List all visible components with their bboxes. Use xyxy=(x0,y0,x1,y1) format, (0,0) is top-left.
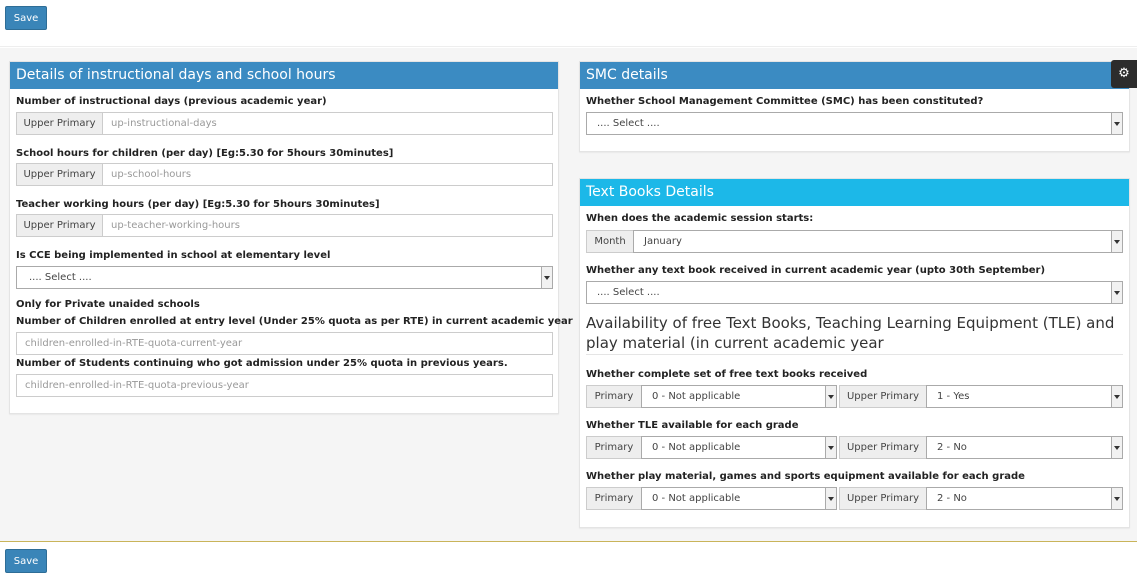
continuing-students-label: Number of Students continuing who got ad… xyxy=(16,358,508,369)
textbooks-set-primary-addon: Primary xyxy=(586,385,642,408)
play-material-upper-value: 2 - No xyxy=(937,493,967,504)
tle-upper-addon: Upper Primary xyxy=(839,436,927,459)
top-toolbar: Save xyxy=(0,0,1137,47)
textbooks-set-label: Whether complete set of free text books … xyxy=(586,369,868,380)
textbooks-panel-title: Text Books Details xyxy=(580,179,1129,206)
textbooks-set-primary-value: 0 - Not applicable xyxy=(652,391,741,402)
tle-primary-value: 0 - Not applicable xyxy=(652,442,741,453)
chevron-down-icon xyxy=(1111,113,1122,134)
textbooks-set-primary-select[interactable]: 0 - Not applicable xyxy=(641,385,837,408)
tle-primary-addon: Primary xyxy=(586,436,642,459)
cce-select[interactable]: .... Select .... xyxy=(16,266,553,289)
textbook-received-select[interactable]: .... Select .... xyxy=(586,281,1123,304)
chevron-down-icon xyxy=(541,267,552,288)
instructional-days-input[interactable]: up-instructional-days xyxy=(102,112,553,135)
school-hours-label: School hours for children (per day) [Eg:… xyxy=(16,148,394,159)
textbooks-set-upper-addon: Upper Primary xyxy=(839,385,927,408)
chevron-down-icon xyxy=(825,488,836,509)
chevron-down-icon xyxy=(1111,231,1122,252)
instructional-panel-title: Details of instructional days and school… xyxy=(10,62,558,89)
textbooks-set-upper-select[interactable]: 1 - Yes xyxy=(926,385,1123,408)
smc-select-value: .... Select .... xyxy=(597,118,660,129)
tle-upper-select[interactable]: 2 - No xyxy=(926,436,1123,459)
textbook-received-value: .... Select .... xyxy=(597,287,660,298)
session-month-value: January xyxy=(644,236,682,247)
smc-panel-title: SMC details xyxy=(580,62,1129,89)
instructional-panel: Details of instructional days and school… xyxy=(9,61,573,414)
play-material-label: Whether play material, games and sports … xyxy=(586,471,1025,482)
entry-level-input[interactable]: children-enrolled-in-RTE-quota-current-y… xyxy=(16,332,553,355)
smc-select[interactable]: .... Select .... xyxy=(586,112,1123,135)
tle-label: Whether TLE available for each grade xyxy=(586,420,799,431)
play-material-primary-select[interactable]: 0 - Not applicable xyxy=(641,487,837,510)
play-material-upper-addon: Upper Primary xyxy=(839,487,927,510)
divider xyxy=(586,354,1123,355)
entry-level-label: Number of Children enrolled at entry lev… xyxy=(16,316,573,327)
chevron-down-icon xyxy=(1111,282,1122,303)
chevron-down-icon xyxy=(1111,386,1122,407)
session-month-select[interactable]: January xyxy=(633,230,1123,253)
availability-title: Availability of free Text Books, Teachin… xyxy=(586,314,1115,352)
save-button-bottom[interactable]: Save xyxy=(5,549,47,573)
tle-upper-value: 2 - No xyxy=(937,442,967,453)
school-hours-addon: Upper Primary xyxy=(16,163,103,186)
session-start-label: When does the academic session starts: xyxy=(586,213,814,224)
school-hours-input[interactable]: up-school-hours xyxy=(102,163,553,186)
smc-label: Whether School Management Committee (SMC… xyxy=(586,96,984,107)
chevron-down-icon xyxy=(825,437,836,458)
tle-primary-select[interactable]: 0 - Not applicable xyxy=(641,436,837,459)
play-material-primary-value: 0 - Not applicable xyxy=(652,493,741,504)
play-material-primary-addon: Primary xyxy=(586,487,642,510)
cce-label: Is CCE being implemented in school at el… xyxy=(16,250,331,261)
smc-panel: SMC details Whether School Management Co… xyxy=(579,61,1130,152)
textbooks-set-upper-value: 1 - Yes xyxy=(937,391,970,402)
gear-icon[interactable]: ⚙ xyxy=(1111,60,1137,88)
save-button-top[interactable]: Save xyxy=(5,6,47,30)
instructional-days-addon: Upper Primary xyxy=(16,112,103,135)
chevron-down-icon xyxy=(825,386,836,407)
textbooks-panel: Text Books Details When does the academi… xyxy=(579,178,1130,528)
cce-select-value: .... Select .... xyxy=(29,272,92,283)
teacher-hours-label: Teacher working hours (per day) [Eg:5.30… xyxy=(16,199,380,210)
private-schools-label: Only for Private unaided schools xyxy=(16,299,200,310)
bottom-toolbar: Save xyxy=(0,541,1137,578)
chevron-down-icon xyxy=(1111,488,1122,509)
textbook-received-label: Whether any text book received in curren… xyxy=(586,265,1046,276)
instructional-days-label: Number of instructional days (previous a… xyxy=(16,96,327,107)
month-addon: Month xyxy=(586,230,634,253)
continuing-students-input[interactable]: children-enrolled-in-RTE-quota-previous-… xyxy=(16,374,553,397)
play-material-upper-select[interactable]: 2 - No xyxy=(926,487,1123,510)
teacher-hours-input[interactable]: up-teacher-working-hours xyxy=(102,214,553,237)
chevron-down-icon xyxy=(1111,437,1122,458)
teacher-hours-addon: Upper Primary xyxy=(16,214,103,237)
